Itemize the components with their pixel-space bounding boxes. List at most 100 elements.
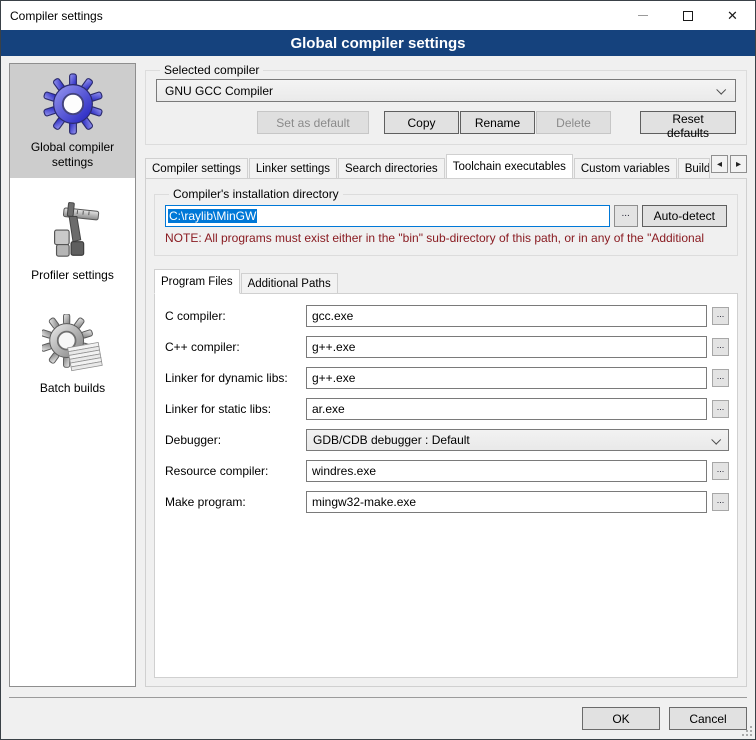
auto-detect-button[interactable]: Auto-detect [642,205,727,227]
tab-scroll-arrows: ◂ ▸ [711,155,747,173]
c-compiler-input[interactable] [306,305,707,327]
sidebar-item-label: Profiler settings [31,268,114,283]
browse-directory-button[interactable]: ... [614,205,638,227]
sidebar-item-label: Global compiler settings [12,140,133,170]
field-row-debugger: Debugger: GDB/CDB debugger : Default [165,429,729,451]
program-files-fields: C compiler:...C++ compiler:...Linker for… [165,305,729,513]
resize-grip[interactable] [742,726,752,736]
chevron-down-icon [716,85,726,95]
field-row-resource-compiler: Resource compiler:... [165,460,729,482]
tab-custom-variables[interactable]: Custom variables [574,158,677,178]
main-tabstrip-tabs: Compiler settings Linker settings Search d… [145,153,711,178]
tab-scroll-left-button[interactable]: ◂ [711,155,728,173]
minimize-icon [638,15,648,16]
inner-tabstrip-tabs: Program Files Additional Paths [154,268,339,293]
tab-build-options[interactable]: Build options [678,158,710,178]
note-text: NOTE: All programs must exist either in … [165,231,727,245]
tab-linker-settings[interactable]: Linker settings [249,158,337,178]
field-row-c-compiler: C compiler:... [165,305,729,327]
selected-compiler-group: Selected compiler GNU GCC Compiler Set a… [145,63,747,145]
c-compiler-input[interactable] [306,336,707,358]
reset-defaults-button[interactable]: Reset defaults [640,111,736,134]
tab-scroll-right-button[interactable]: ▸ [730,155,747,173]
sidebar-item-batch-builds[interactable]: Batch builds [10,305,135,404]
cancel-button[interactable]: Cancel [669,707,747,730]
field-row-linker-for-dynamic-libs: Linker for dynamic libs:... [165,367,729,389]
tab-program-files[interactable]: Program Files [154,269,240,294]
chevron-down-icon [711,434,721,444]
caliper-icon [42,201,104,263]
tab-label: Additional Paths [248,278,331,290]
tab-toolchain-executables[interactable]: Toolchain executables [446,154,573,178]
tab-additional-paths[interactable]: Additional Paths [241,273,338,294]
installation-directory-group-label: Compiler's installation directory [169,187,343,201]
window-title: Compiler settings [1,9,103,23]
sidebar-item-profiler-settings[interactable]: Profiler settings [10,192,135,291]
linker-for-dynamic-libs-input[interactable] [306,367,707,389]
field-label: Resource compiler: [165,464,301,478]
linker-for-dynamic-libs-browse-button[interactable]: ... [712,369,729,387]
field-row-c-compiler: C++ compiler:... [165,336,729,358]
tab-label: Program Files [161,276,233,288]
installation-directory-value: C:\raylib\MinGW [168,209,257,223]
debugger-select[interactable]: GDB/CDB debugger : Default [306,429,729,451]
tab-label: Build options [685,163,710,175]
main-area: Selected compiler GNU GCC Compiler Set a… [145,63,747,687]
installation-directory-input[interactable]: C:\raylib\MinGW [165,205,610,227]
linker-for-static-libs-input[interactable] [306,398,707,420]
window-controls: ✕ [620,1,755,30]
program-files-panel: C compiler:...C++ compiler:...Linker for… [154,293,738,678]
c-compiler-browse-button[interactable]: ... [712,307,729,325]
make-program-input[interactable] [306,491,707,513]
resource-compiler-input[interactable] [306,460,707,482]
main-tabstrip: Compiler settings Linker settings Search d… [145,153,747,178]
tab-search-directories[interactable]: Search directories [338,158,445,178]
field-row-linker-for-static-libs: Linker for static libs:... [165,398,729,420]
compiler-settings-window: Compiler settings ✕ Global compiler sett… [0,0,756,740]
select-value: GDB/CDB debugger : Default [313,433,470,447]
field-label: Make program: [165,495,301,509]
toolchain-executables-panel: Compiler's installation directory C:\ray… [145,178,747,687]
dialog-header: Global compiler settings [1,30,755,56]
rename-button[interactable]: Rename [460,111,535,134]
inner-tabstrip: Program Files Additional Paths [154,268,738,293]
dialog-footer: OK Cancel [9,697,747,739]
delete-button[interactable]: Delete [536,111,611,134]
sidebar-item-global-compiler-settings[interactable]: Global compiler settings [10,64,135,178]
make-program-browse-button[interactable]: ... [712,493,729,511]
ok-button[interactable]: OK [582,707,660,730]
copy-button[interactable]: Copy [384,111,459,134]
sidebar-item-label: Batch builds [40,381,105,396]
compiler-select-value: GNU GCC Compiler [165,84,273,98]
settings-sidebar: Global compiler settings [9,63,136,687]
set-as-default-button[interactable]: Set as default [257,111,369,134]
field-label: Linker for dynamic libs: [165,371,301,385]
close-button[interactable]: ✕ [710,1,755,30]
tab-compiler-settings[interactable]: Compiler settings [145,158,248,178]
blue-gear-icon [42,73,104,135]
installation-directory-row: C:\raylib\MinGW ... Auto-detect [165,205,727,227]
minimize-button[interactable] [620,1,665,30]
tab-label: Search directories [345,163,438,175]
installation-directory-group: Compiler's installation directory C:\ray… [154,187,738,256]
field-row-make-program: Make program:... [165,491,729,513]
maximize-icon [683,11,693,21]
titlebar: Compiler settings ✕ [1,1,755,30]
field-label: C compiler: [165,309,301,323]
tab-label: Compiler settings [152,163,241,175]
tab-label: Toolchain executables [453,161,566,173]
selected-compiler-group-label: Selected compiler [160,63,263,77]
linker-for-static-libs-browse-button[interactable]: ... [712,400,729,418]
tab-label: Linker settings [256,163,330,175]
compiler-actions: Set as default CopyRenameDelete Reset defa… [156,111,736,134]
gray-gear-stack-icon [42,314,104,376]
tab-label: Custom variables [581,163,670,175]
field-label: Debugger: [165,433,301,447]
compiler-select[interactable]: GNU GCC Compiler [156,79,736,102]
dialog-body: Global compiler settings [1,56,755,697]
field-label: C++ compiler: [165,340,301,354]
field-label: Linker for static libs: [165,402,301,416]
maximize-button[interactable] [665,1,710,30]
c-compiler-browse-button[interactable]: ... [712,338,729,356]
resource-compiler-browse-button[interactable]: ... [712,462,729,480]
